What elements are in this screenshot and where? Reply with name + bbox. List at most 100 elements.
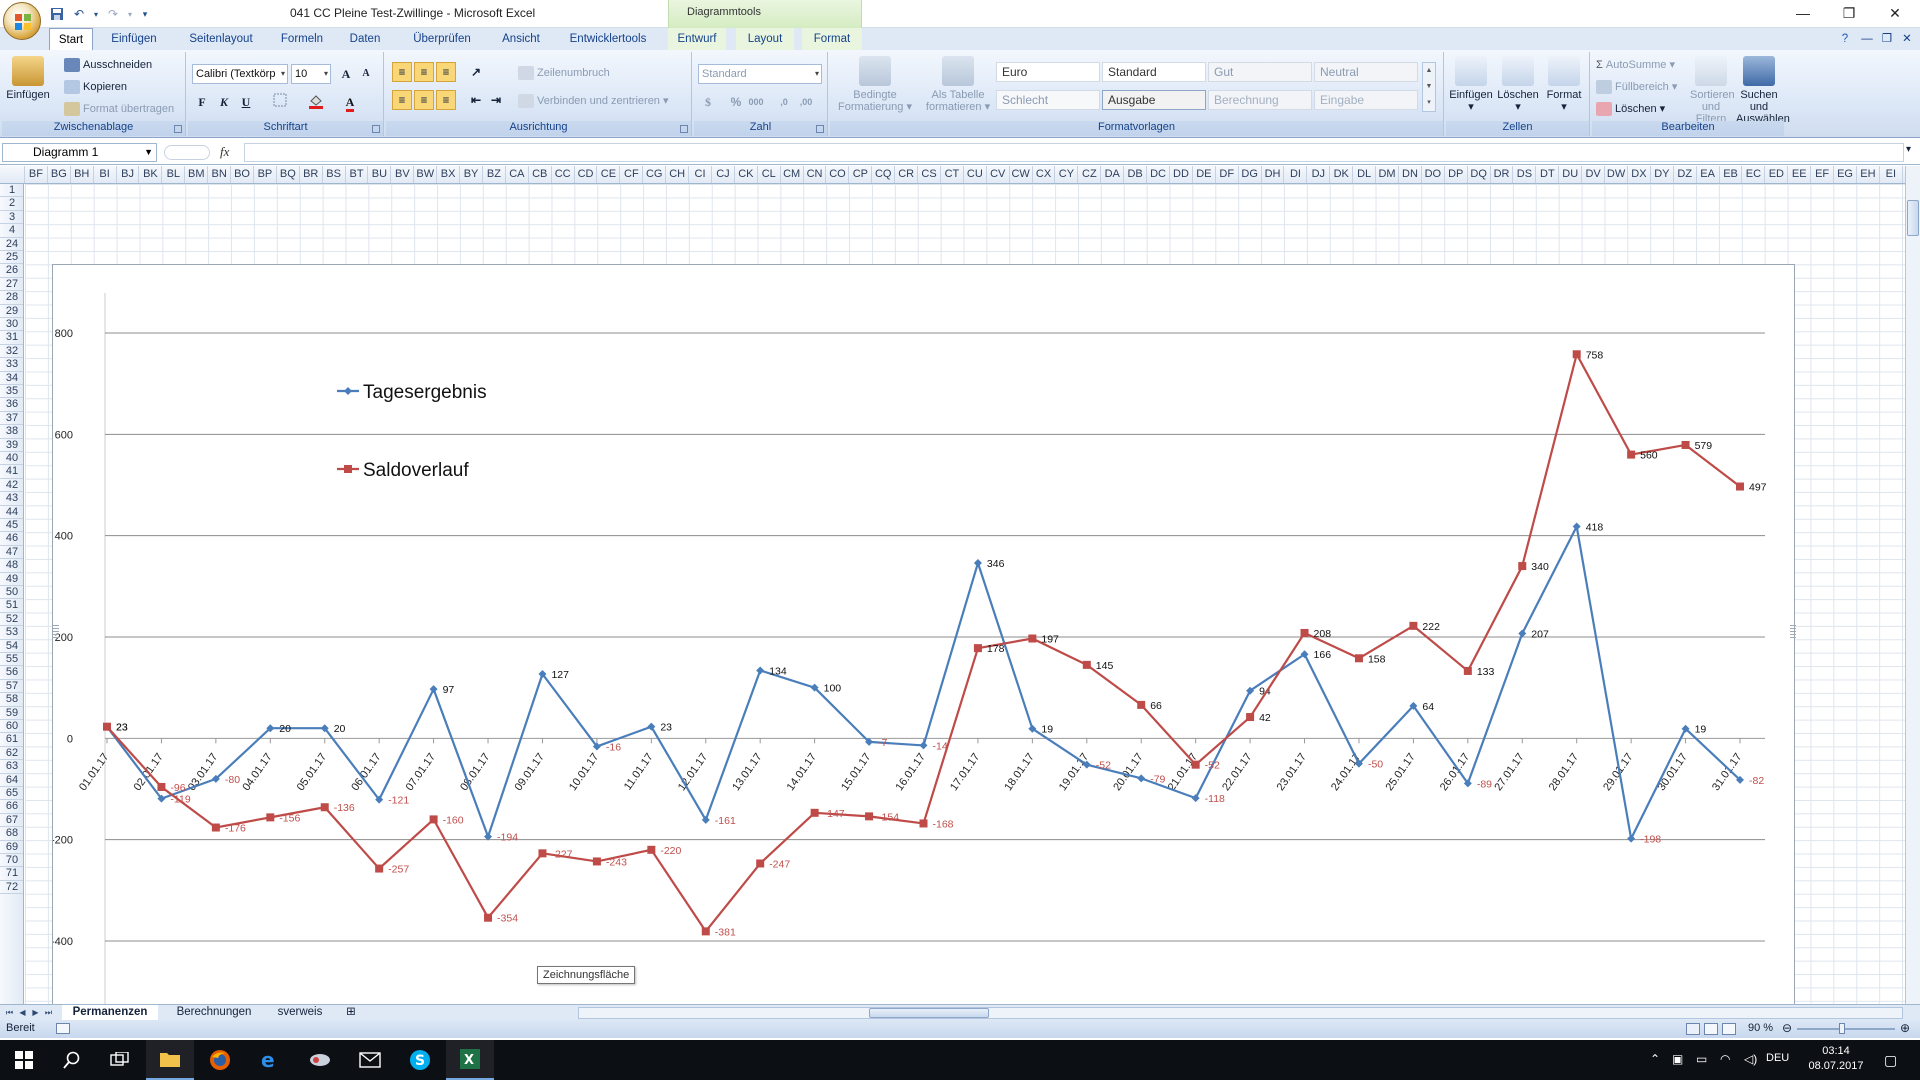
clear-button[interactable]: Löschen ▾ xyxy=(1596,102,1665,117)
column-header[interactable]: CZ xyxy=(1078,166,1102,183)
find-select-button[interactable]: Suchen und Auswählen xyxy=(1736,56,1790,125)
sort-filter-button[interactable]: Sortieren und Filtern xyxy=(1690,56,1735,125)
column-header[interactable]: CT xyxy=(941,166,964,183)
tray-battery-icon[interactable]: ▭ xyxy=(1696,1052,1707,1066)
column-header[interactable]: DD xyxy=(1170,166,1193,183)
cut-button[interactable]: Ausschneiden xyxy=(64,58,152,72)
row-header[interactable]: 31 xyxy=(0,331,23,345)
tab-entwicklertools[interactable]: Entwicklertools xyxy=(558,28,658,50)
row-header[interactable]: 56 xyxy=(0,666,23,680)
column-header[interactable]: BI xyxy=(94,166,117,183)
column-header[interactable]: DX xyxy=(1628,166,1651,183)
taskbar-explorer[interactable] xyxy=(146,1040,194,1080)
column-header[interactable]: DE xyxy=(1193,166,1216,183)
column-header[interactable]: BW xyxy=(414,166,438,183)
row-header[interactable]: 52 xyxy=(0,613,23,627)
zoom-slider[interactable] xyxy=(1797,1028,1895,1030)
column-header[interactable]: BV xyxy=(391,166,415,183)
row-header[interactable]: 29 xyxy=(0,305,23,318)
column-header[interactable]: DZ xyxy=(1674,166,1697,183)
row-header[interactable]: 65 xyxy=(0,787,23,801)
autosum-button[interactable]: Σ AutoSumme ▾ xyxy=(1596,58,1675,71)
undo-icon[interactable]: ↶ xyxy=(70,6,88,22)
column-header[interactable]: EG xyxy=(1834,166,1857,183)
insert-function-button[interactable]: fx xyxy=(220,144,229,160)
taskbar-firefox[interactable] xyxy=(196,1040,244,1080)
column-header[interactable]: DK xyxy=(1330,166,1354,183)
normal-view-icon[interactable] xyxy=(1686,1023,1700,1035)
font-color-button[interactable]: A xyxy=(340,92,360,112)
row-header[interactable]: 71 xyxy=(0,867,23,881)
wrap-text-button[interactable]: Zeilenumbruch xyxy=(518,66,610,80)
row-header[interactable]: 63 xyxy=(0,760,23,774)
style-schlecht[interactable]: Schlecht xyxy=(996,90,1100,110)
underline-button[interactable]: U xyxy=(236,92,256,112)
row-header[interactable]: 25 xyxy=(0,251,23,265)
column-header[interactable]: CK xyxy=(735,166,758,183)
column-header[interactable]: DO xyxy=(1422,166,1445,183)
macro-record-icon[interactable] xyxy=(56,1023,70,1034)
row-header[interactable]: 67 xyxy=(0,814,23,828)
accounting-format-button[interactable]: $ xyxy=(698,92,718,112)
column-header[interactable]: CI xyxy=(689,166,712,183)
row-header[interactable]: 58 xyxy=(0,693,23,707)
style-neutral[interactable]: Neutral xyxy=(1314,62,1418,82)
zoom-slider-thumb[interactable] xyxy=(1839,1023,1845,1034)
column-header[interactable]: CS xyxy=(918,166,941,183)
column-header[interactable]: EB xyxy=(1720,166,1743,183)
row-header[interactable]: 30 xyxy=(0,318,23,332)
column-header[interactable]: BP xyxy=(254,166,277,183)
column-header[interactable]: BZ xyxy=(483,166,506,183)
row-header[interactable]: 27 xyxy=(0,278,23,292)
grow-font-button[interactable]: A xyxy=(336,64,356,84)
column-header[interactable]: DC xyxy=(1147,166,1170,183)
column-header[interactable]: CA xyxy=(506,166,529,183)
column-header[interactable]: CY xyxy=(1056,166,1079,183)
tray-network-icon[interactable]: ▣ xyxy=(1672,1052,1683,1066)
row-header[interactable]: 44 xyxy=(0,506,23,519)
tab-ueberpruefen[interactable]: Überprüfen xyxy=(400,28,484,50)
row-header[interactable]: 2 xyxy=(0,197,23,211)
column-header[interactable]: DS xyxy=(1514,166,1537,183)
column-header[interactable]: EI xyxy=(1880,166,1903,183)
redo-icon[interactable]: ↷ xyxy=(104,6,122,22)
column-header[interactable]: DW xyxy=(1605,166,1628,183)
row-header[interactable]: 47 xyxy=(0,546,23,560)
first-sheet-icon[interactable]: ⏮ xyxy=(4,1006,15,1019)
row-header[interactable]: 51 xyxy=(0,599,23,613)
column-header[interactable]: DT xyxy=(1536,166,1560,183)
row-header[interactable]: 54 xyxy=(0,640,23,653)
dialog-launcher-icon[interactable] xyxy=(816,125,824,133)
column-header[interactable]: DJ xyxy=(1307,166,1331,183)
redo-dropdown-icon[interactable]: ▾ xyxy=(126,6,134,22)
align-left-button[interactable]: ≡ xyxy=(392,90,412,110)
ribbon-close-icon[interactable]: ✕ xyxy=(1898,28,1916,50)
chart-resize-handle-left[interactable] xyxy=(53,625,59,639)
column-header[interactable]: BS xyxy=(323,166,346,183)
column-header[interactable]: EF xyxy=(1811,166,1835,183)
align-middle-button[interactable]: ≡ xyxy=(414,62,434,82)
row-header[interactable]: 48 xyxy=(0,559,23,573)
row-header[interactable]: 55 xyxy=(0,653,23,667)
column-header[interactable]: CE xyxy=(598,166,621,183)
input-language[interactable]: DEU xyxy=(1766,1052,1789,1064)
page-layout-view-icon[interactable] xyxy=(1704,1023,1718,1035)
style-ausgabe[interactable]: Ausgabe xyxy=(1102,90,1206,110)
row-header[interactable]: 32 xyxy=(0,345,23,359)
shrink-font-button[interactable]: A xyxy=(356,64,376,84)
taskbar-excel[interactable]: X xyxy=(446,1040,494,1080)
row-header[interactable]: 50 xyxy=(0,586,23,600)
column-header[interactable]: BH xyxy=(71,166,94,183)
column-header[interactable]: CG xyxy=(643,166,667,183)
decrease-indent-button[interactable]: ⇤ xyxy=(466,90,486,110)
help-icon[interactable]: ? xyxy=(1836,28,1854,50)
column-header[interactable]: DP xyxy=(1445,166,1468,183)
row-header[interactable]: 59 xyxy=(0,707,23,720)
row-header[interactable]: 69 xyxy=(0,841,23,854)
column-header[interactable]: CR xyxy=(895,166,919,183)
row-header[interactable]: 33 xyxy=(0,358,23,372)
tab-daten[interactable]: Daten xyxy=(342,28,388,50)
row-header[interactable]: 68 xyxy=(0,827,23,841)
fill-button[interactable]: Füllbereich ▾ xyxy=(1596,80,1677,95)
row-header[interactable]: 41 xyxy=(0,465,23,479)
